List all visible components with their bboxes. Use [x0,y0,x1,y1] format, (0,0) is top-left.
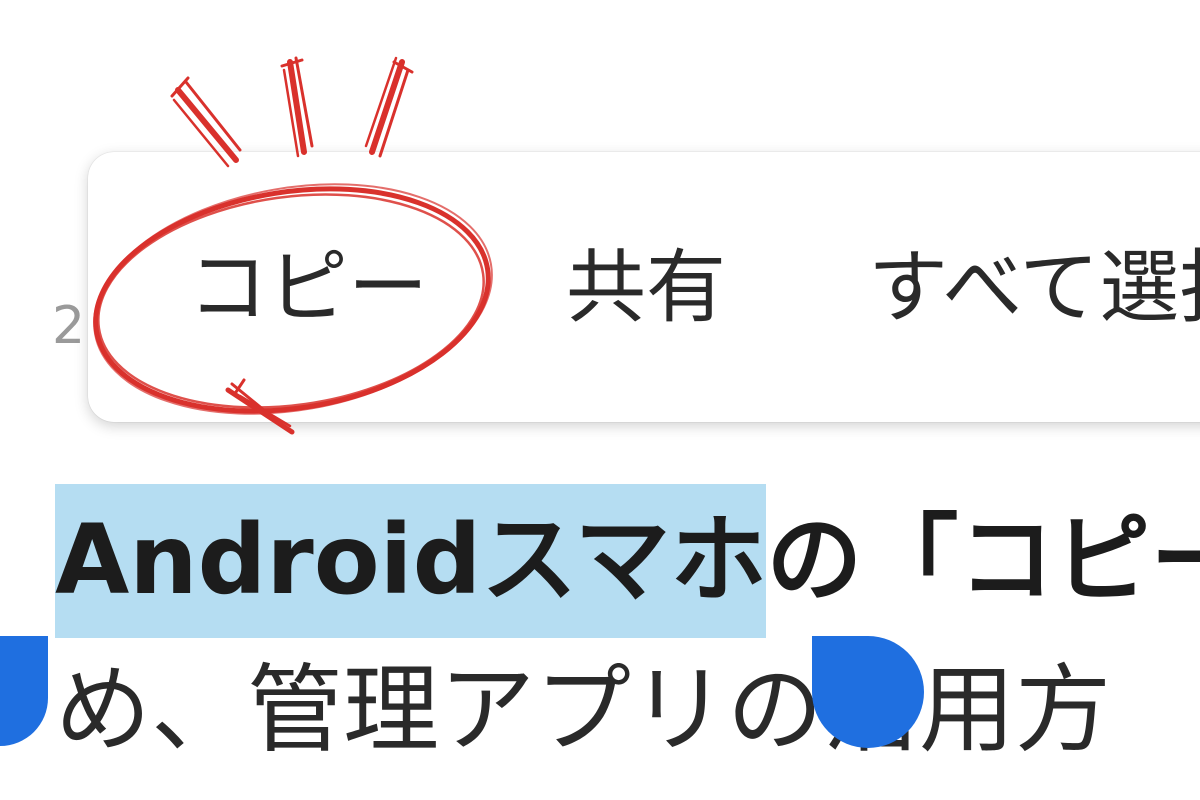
background-partial-text: 2 [52,296,86,356]
select-all-button[interactable]: すべて選択 [868,248,1200,328]
article-text-line-2[interactable]: め、管理アプリの活用方 [55,662,1111,758]
selected-text[interactable]: Androidスマホ [55,484,767,638]
unselected-text[interactable]: の「コピー」 [766,504,1200,616]
copy-button[interactable]: コピー [188,248,428,328]
selection-start-handle[interactable] [0,636,48,746]
article-text-line-1[interactable]: Androidスマホの「コピー」 [55,484,1200,638]
text-selection-toolbar: コピー 共有 すべて選択 [88,152,1200,422]
screenshot: 2 コピー 共有 すべて選択 Androidスマホの「コピー」 め、管理アプリの… [0,0,1200,800]
share-button[interactable]: 共有 [566,248,726,328]
selection-end-handle[interactable] [812,636,924,748]
emphasis-strokes [170,56,414,168]
